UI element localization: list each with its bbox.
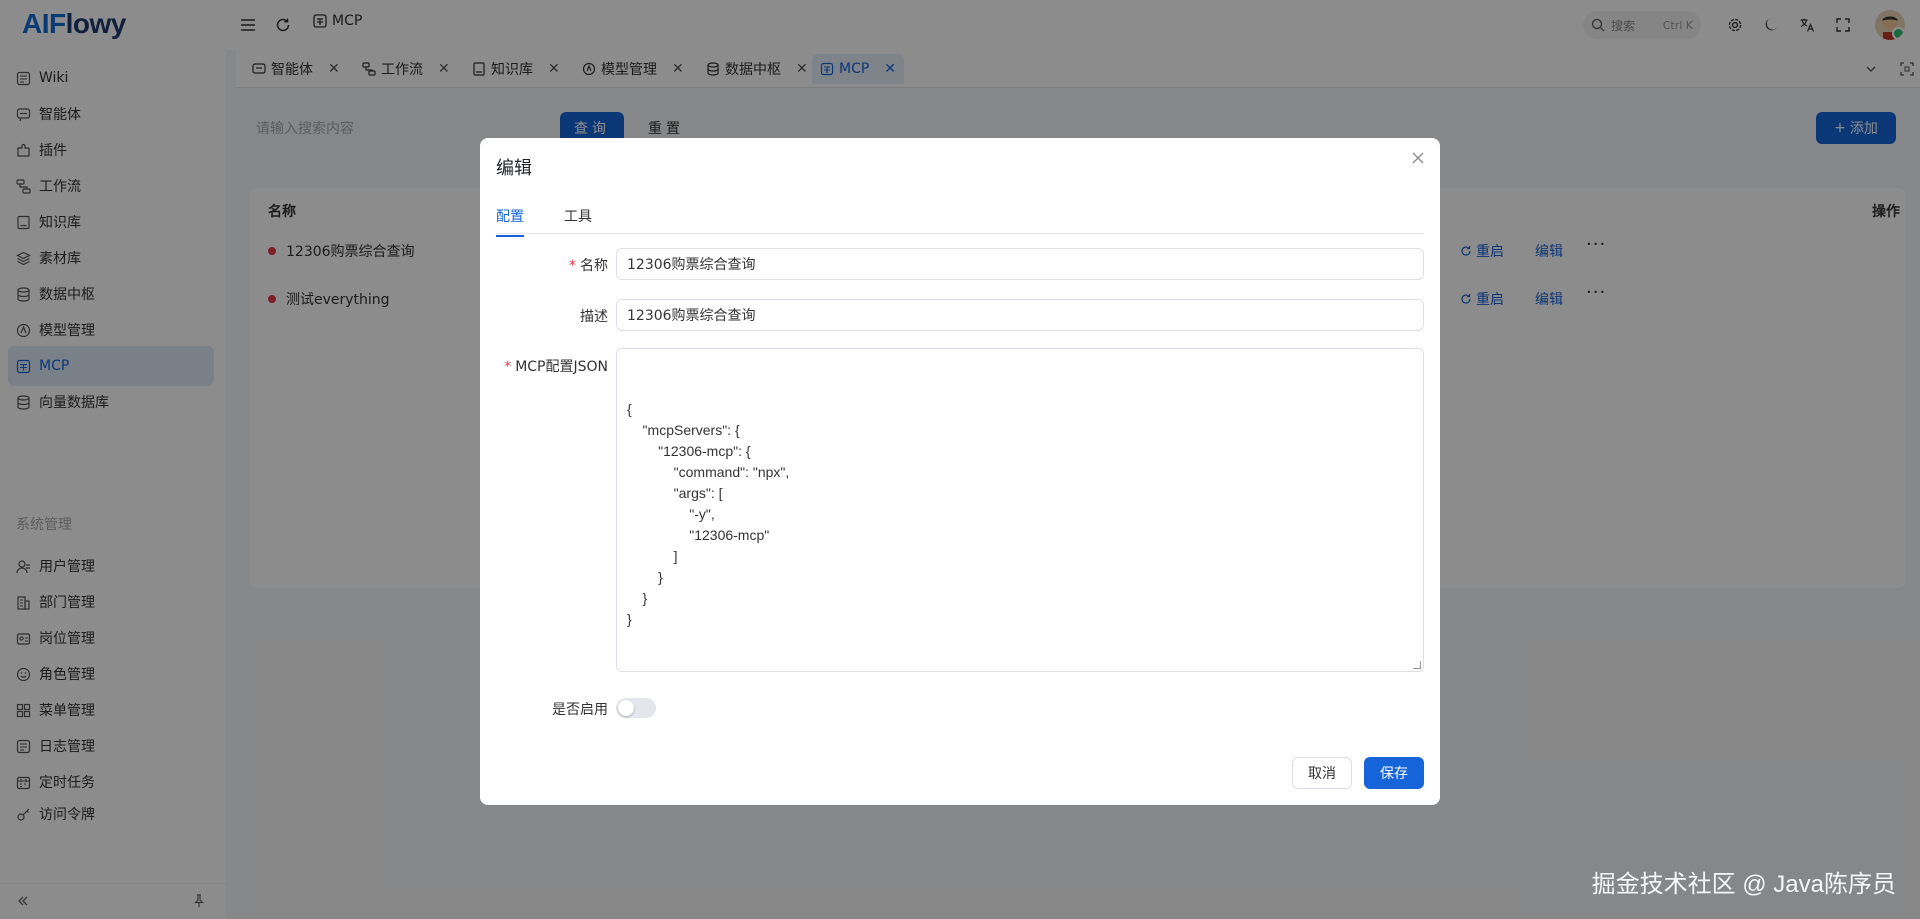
name-field[interactable]: 12306购票综合查询 <box>616 248 1424 280</box>
required-asterisk: * <box>569 258 576 274</box>
mcp-json-content: { "mcpServers": { "12306-mcp": { "comman… <box>627 401 790 627</box>
enabled-toggle[interactable] <box>616 698 656 718</box>
enabled-label: 是否启用 <box>552 702 608 718</box>
cancel-button[interactable]: 取消 <box>1292 757 1352 789</box>
tab-tools[interactable]: 工具 <box>564 206 592 235</box>
mcp-json-label: * MCP配置JSON <box>504 356 608 376</box>
mcp-json-label-text: MCP配置JSON <box>515 359 608 375</box>
mcp-json-textarea[interactable]: { "mcpServers": { "12306-mcp": { "comman… <box>616 348 1424 672</box>
description-field[interactable]: 12306购票综合查询 <box>616 299 1424 331</box>
watermark: 掘金技术社区 @ Java陈序员 <box>1591 871 1896 898</box>
close-icon[interactable] <box>1412 152 1424 164</box>
description-label: 描述 <box>580 309 608 325</box>
required-asterisk: * <box>504 359 512 375</box>
modal-title: 编辑 <box>496 158 532 179</box>
save-button[interactable]: 保存 <box>1364 757 1424 789</box>
resize-handle[interactable] <box>1413 661 1421 669</box>
tab-config[interactable]: 配置 <box>496 206 524 237</box>
name-label: * 名称 <box>569 255 608 275</box>
modal-tabs: 配置 工具 <box>496 200 1424 237</box>
name-label-text: 名称 <box>580 258 608 274</box>
edit-modal: 编辑 配置 工具 * 名称 12306购票综合查询 描述 12306购票综合查询 … <box>480 138 1440 805</box>
